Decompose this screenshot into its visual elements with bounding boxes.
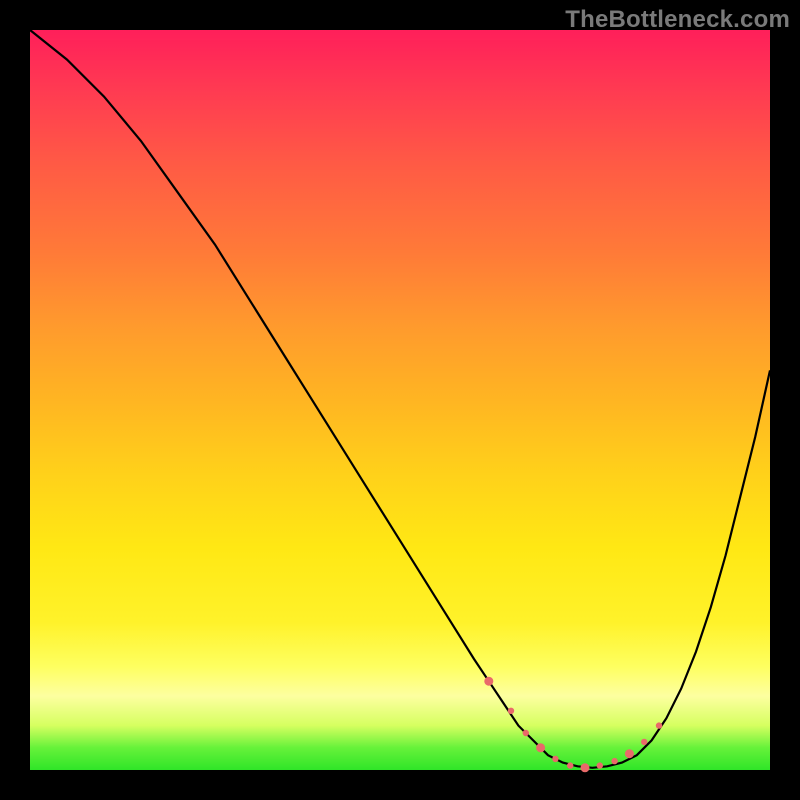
- marker-dot: [625, 749, 634, 758]
- marker-dot: [484, 677, 493, 686]
- curve-layer: [30, 30, 770, 770]
- bottleneck-curve: [30, 30, 770, 768]
- marker-dot: [536, 743, 545, 752]
- marker-dot: [597, 762, 603, 768]
- chart-stage: TheBottleneck.com: [0, 0, 800, 800]
- highlight-markers: [484, 677, 662, 773]
- marker-dot: [508, 708, 514, 714]
- marker-dot: [523, 730, 529, 736]
- marker-dot: [656, 722, 662, 728]
- marker-dot: [552, 756, 558, 762]
- marker-dot: [567, 762, 573, 768]
- marker-dot: [641, 739, 647, 745]
- marker-dot: [611, 758, 617, 764]
- watermark-text: TheBottleneck.com: [565, 6, 790, 34]
- marker-dot: [581, 763, 590, 772]
- plot-area: [30, 30, 770, 770]
